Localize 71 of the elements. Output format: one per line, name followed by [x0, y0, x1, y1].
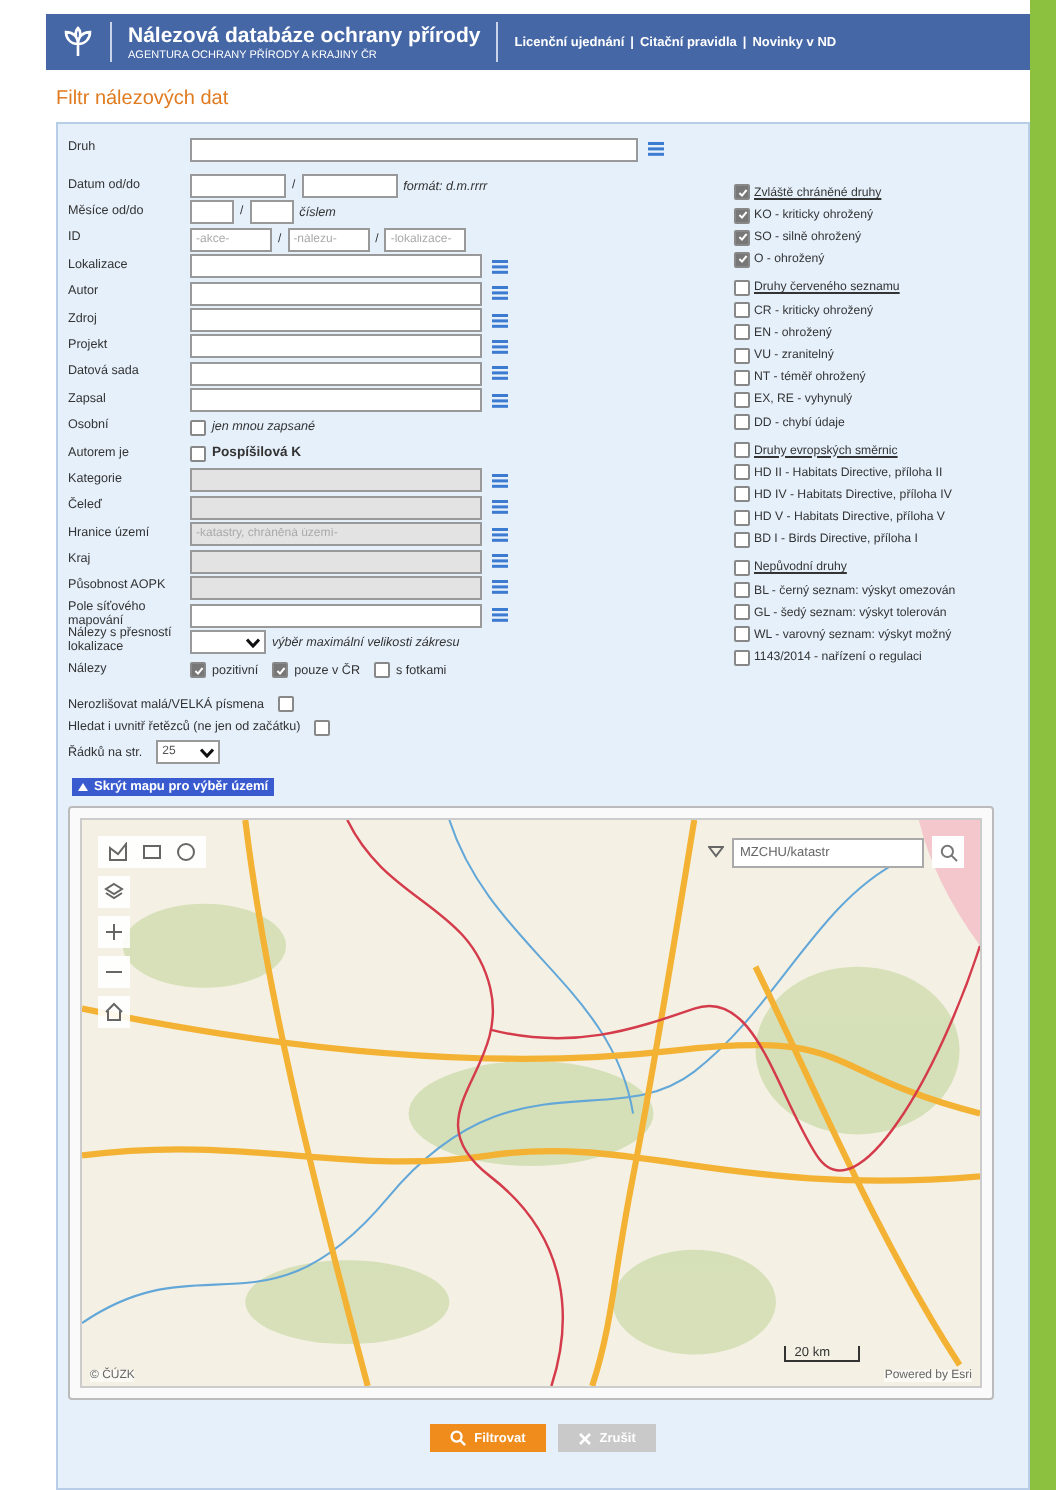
input-field[interactable] — [301, 174, 398, 199]
checkbox[interactable] — [278, 696, 294, 713]
checkbox[interactable] — [190, 419, 206, 436]
circle-icon[interactable] — [176, 842, 196, 863]
checkbox[interactable] — [314, 719, 331, 736]
list-icon[interactable] — [492, 259, 508, 274]
list-icon[interactable] — [492, 500, 508, 515]
checkbox[interactable] — [190, 662, 206, 679]
checkbox[interactable] — [734, 531, 750, 548]
list-icon[interactable] — [648, 142, 664, 157]
checkbox[interactable] — [734, 324, 750, 341]
list-icon[interactable] — [492, 339, 508, 354]
checkbox[interactable] — [734, 464, 750, 481]
checkbox[interactable] — [734, 184, 750, 201]
list-icon[interactable] — [492, 554, 508, 569]
list-icon[interactable] — [492, 286, 508, 301]
rectangle-icon[interactable] — [142, 842, 162, 863]
checkbox[interactable] — [374, 662, 391, 679]
list-icon[interactable] — [492, 473, 508, 488]
input-field[interactable] — [190, 334, 482, 359]
checkbox[interactable] — [272, 662, 289, 679]
dropdown-icon[interactable] — [708, 846, 724, 859]
checkbox[interactable] — [734, 207, 750, 224]
site-title: Nálezová databáze ochrany přírody — [128, 23, 481, 47]
input-field[interactable] — [249, 200, 294, 225]
layers-icon[interactable] — [98, 876, 130, 909]
checkbox[interactable] — [734, 369, 750, 386]
input-field[interactable] — [190, 388, 482, 413]
input-field[interactable] — [190, 254, 482, 279]
list-icon[interactable] — [492, 580, 508, 595]
triangle-icon — [78, 782, 88, 793]
zoom-in-icon[interactable] — [98, 916, 130, 949]
checkbox[interactable] — [734, 486, 750, 503]
checkbox[interactable] — [734, 279, 750, 296]
checkbox[interactable] — [734, 391, 750, 408]
checkbox[interactable] — [734, 251, 750, 268]
checkbox[interactable] — [734, 302, 750, 319]
search-icon[interactable] — [932, 836, 964, 869]
checkbox[interactable] — [734, 229, 750, 246]
list-icon[interactable] — [492, 313, 508, 328]
checkbox[interactable] — [734, 442, 750, 459]
caret-icon — [246, 637, 260, 648]
checkbox[interactable] — [734, 347, 750, 364]
checkbox[interactable] — [734, 559, 750, 576]
caret-icon — [200, 747, 215, 758]
input-field[interactable] — [190, 361, 482, 386]
home-icon[interactable] — [98, 996, 130, 1029]
checkbox[interactable] — [734, 414, 750, 431]
plant-logo-icon — [62, 26, 94, 58]
list-icon[interactable] — [492, 393, 508, 408]
checkbox[interactable] — [734, 604, 750, 621]
search-icon — [450, 1430, 467, 1447]
input-field[interactable] — [190, 174, 286, 199]
list-icon[interactable] — [492, 608, 508, 623]
close-icon — [577, 1431, 592, 1446]
input-field[interactable] — [190, 308, 482, 333]
page-title: Filtr nálezových dat — [54, 86, 231, 114]
list-icon[interactable] — [492, 366, 508, 381]
checkbox[interactable] — [734, 582, 750, 599]
polygon-icon[interactable] — [108, 842, 128, 863]
select-field[interactable] — [190, 630, 266, 655]
list-icon[interactable] — [492, 527, 508, 542]
checkbox[interactable] — [734, 649, 750, 666]
zoom-out-icon[interactable] — [98, 956, 130, 989]
checkbox[interactable] — [734, 509, 750, 526]
input-field[interactable] — [190, 603, 482, 628]
input-field[interactable] — [190, 281, 482, 306]
checkbox[interactable] — [190, 445, 206, 462]
checkbox[interactable] — [734, 626, 750, 643]
input-field[interactable] — [190, 137, 638, 162]
input-field[interactable] — [190, 200, 234, 225]
